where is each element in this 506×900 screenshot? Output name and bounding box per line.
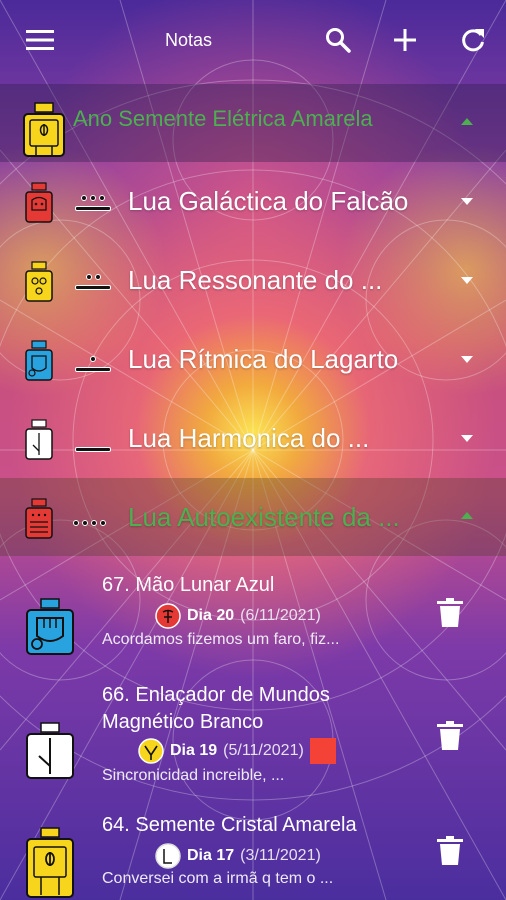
worldbridger-white-glyph (26, 722, 74, 779)
collapse-icon[interactable] (461, 512, 473, 519)
note-title-line2: Magnético Branco (102, 711, 264, 733)
eagle-red-glyph (25, 182, 53, 223)
moon-item-rhythmic[interactable]: Lua Rítmica do Lagarto (0, 320, 506, 398)
expand-icon[interactable] (461, 277, 473, 284)
yellow-venus-icon (138, 738, 164, 764)
moon-label: Lua Galáctica do Falcão (128, 186, 409, 216)
year-header[interactable]: Ano Semente Elétrica Amarela (0, 84, 506, 162)
note-preview: Conversei com a irmã q tem o ... (102, 870, 334, 887)
note-date: (3/11/2021) (240, 847, 321, 864)
note-date: (5/11/2021) (223, 742, 304, 759)
year-label: Ano Semente Elétrica Amarela (73, 106, 373, 131)
app-bar: Notas (0, 0, 506, 80)
tone-resonant-icon (75, 274, 111, 290)
expand-icon[interactable] (461, 356, 473, 363)
serpent-red-glyph (25, 498, 53, 539)
trash-icon[interactable] (437, 836, 463, 866)
color-tag (309, 738, 336, 764)
note-item[interactable]: 67. Mão Lunar Azul Dia 20 (6/11/2021) Ac… (0, 560, 506, 680)
tone-harmonic-icon (75, 445, 111, 452)
note-day-line: Dia 20 (6/11/2021) (155, 603, 321, 629)
seed-yellow-glyph (23, 102, 65, 157)
tone-self-existing-icon (73, 520, 106, 529)
note-day-line: Dia 19 (5/11/2021) (138, 738, 336, 764)
note-day: Dia 20 (187, 607, 235, 624)
note-preview: Sincronicidad increible, ... (102, 767, 285, 784)
worldbridger-white-glyph (25, 419, 53, 460)
add-icon[interactable] (387, 22, 423, 58)
menu-icon[interactable] (22, 22, 58, 58)
moon-label: Lua Autoexistente da ... (128, 502, 400, 532)
moon-item-resonant[interactable]: Lua Ressonante do ... (0, 241, 506, 319)
moon-label: Lua Ressonante do ... (128, 265, 383, 295)
note-title: 67. Mão Lunar Azul (102, 574, 275, 596)
trash-icon[interactable] (437, 598, 463, 628)
note-preview: Acordamos fizemos um faro, fiz... (102, 631, 340, 648)
note-title: 64. Semente Cristal Amarela (102, 814, 357, 836)
white-moon-icon (155, 843, 181, 869)
note-date: (6/11/2021) (240, 607, 321, 624)
expand-icon[interactable] (461, 198, 473, 205)
tone-galactic-icon (75, 195, 111, 211)
search-icon[interactable] (320, 22, 356, 58)
note-day: Dia 19 (170, 742, 218, 759)
note-day: Dia 17 (187, 847, 235, 864)
note-title-line1: 66. Enlaçador de Mundos (102, 684, 330, 706)
refresh-icon[interactable] (455, 22, 491, 58)
moon-label: Lua Rítmica do Lagarto (128, 344, 399, 374)
expand-icon[interactable] (461, 435, 473, 442)
moon-item-galactic[interactable]: Lua Galáctica do Falcão (0, 162, 506, 240)
moon-label: Lua Harmonica do ... (128, 423, 370, 453)
trash-icon[interactable] (437, 721, 463, 751)
note-item[interactable]: 66. Enlaçador de Mundos Magnético Branco… (0, 680, 506, 805)
tone-rhythmic-icon (75, 356, 111, 372)
page-title: Notas (165, 30, 213, 50)
moon-item-harmonic[interactable]: Lua Harmonica do ... (0, 399, 506, 477)
collapse-icon[interactable] (461, 118, 473, 125)
note-day-line: Dia 17 (3/11/2021) (155, 843, 321, 869)
red-moon-icon (155, 603, 181, 629)
seed-yellow-glyph (26, 827, 74, 898)
hand-blue-glyph (26, 598, 74, 655)
sun-yellow-glyph (25, 261, 53, 302)
moon-item-self-existing[interactable]: Lua Autoexistente da ... (0, 478, 506, 556)
hand-blue-glyph (25, 340, 53, 381)
note-item[interactable]: 64. Semente Cristal Amarela Dia 17 (3/11… (0, 805, 506, 900)
